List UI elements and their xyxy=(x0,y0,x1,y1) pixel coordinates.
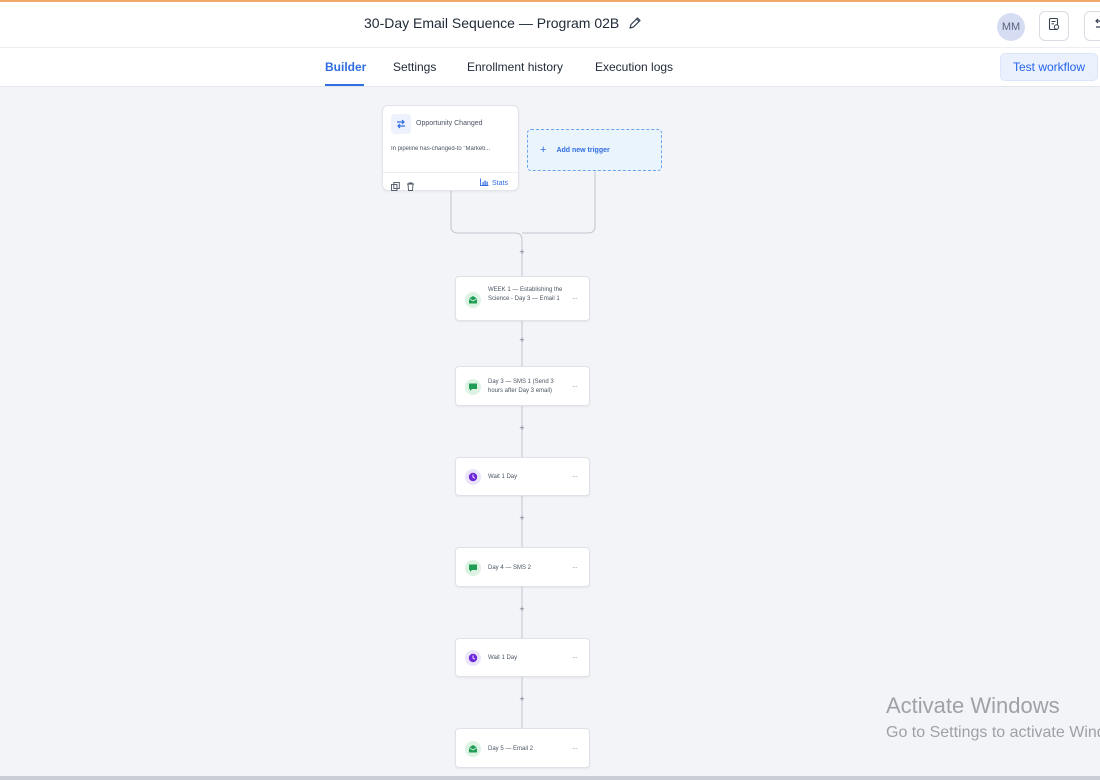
more-options-icon[interactable]: ··· xyxy=(572,472,578,481)
sms-chat-icon xyxy=(465,379,481,395)
bar-chart-icon xyxy=(480,178,489,188)
add-new-trigger-button[interactable]: + Add new trigger xyxy=(527,129,662,171)
action-card-wait[interactable]: Wait 1 Day ··· xyxy=(455,638,590,677)
email-icon xyxy=(465,292,481,308)
plus-icon: + xyxy=(540,144,547,156)
action-card-email[interactable]: Day 5 — Email 2 ··· xyxy=(455,728,590,768)
swap-arrows-icon xyxy=(391,114,411,134)
action-label: Day 5 — Email 2 xyxy=(488,746,534,752)
stats-label: Stats xyxy=(492,179,508,187)
add-step-plus[interactable]: + xyxy=(517,694,527,704)
action-label: Day 3 — SMS 1 (Send 3 hours after Day 3 … xyxy=(488,379,554,394)
add-step-plus[interactable]: + xyxy=(517,335,527,345)
bottom-scrollbar-edge xyxy=(0,776,1100,780)
add-trigger-label: Add new trigger xyxy=(556,146,610,154)
action-card-sms[interactable]: Day 4 — SMS 2 ··· xyxy=(455,547,590,587)
action-label: Wait 1 Day xyxy=(488,655,518,661)
action-card-wait[interactable]: Wait 1 Day ··· xyxy=(455,457,590,496)
add-step-plus[interactable]: + xyxy=(517,423,527,433)
copy-icon[interactable] xyxy=(391,178,400,196)
action-card-sms[interactable]: Day 3 — SMS 1 (Send 3 hours after Day 3 … xyxy=(455,366,590,406)
more-options-icon[interactable]: ··· xyxy=(572,382,578,391)
more-options-icon[interactable]: ··· xyxy=(572,563,578,572)
action-label: WEEK 1 — Establishing the Science - Day … xyxy=(488,287,563,302)
add-step-plus[interactable]: + xyxy=(517,604,527,614)
stats-link[interactable]: Stats xyxy=(480,178,508,188)
trigger-description: In pipeline has-changed-to "Marketi... xyxy=(391,146,491,152)
trigger-actions xyxy=(391,178,415,196)
add-step-plus[interactable]: + xyxy=(517,513,527,523)
trigger-card[interactable]: Opportunity Changed In pipeline has-chan… xyxy=(382,105,519,191)
trigger-title: Opportunity Changed xyxy=(416,120,483,127)
add-step-plus[interactable]: + xyxy=(517,247,527,257)
more-options-icon[interactable]: ··· xyxy=(572,744,578,753)
activate-windows-watermark: Activate Windows xyxy=(886,693,1060,718)
trigger-divider xyxy=(383,172,518,173)
more-options-icon[interactable]: ··· xyxy=(572,653,578,662)
action-label: Day 4 — SMS 2 xyxy=(488,565,532,571)
sms-chat-icon xyxy=(465,560,481,576)
clock-icon xyxy=(465,469,481,485)
action-card-email[interactable]: WEEK 1 — Establishing the Science - Day … xyxy=(455,276,590,321)
trash-icon[interactable] xyxy=(406,178,415,196)
activate-windows-subtext: Go to Settings to activate Windows. xyxy=(886,724,1100,741)
action-label: Wait 1 Day xyxy=(488,474,518,480)
more-options-icon[interactable]: ··· xyxy=(572,294,578,303)
clock-icon xyxy=(465,650,481,666)
email-icon xyxy=(465,741,481,757)
